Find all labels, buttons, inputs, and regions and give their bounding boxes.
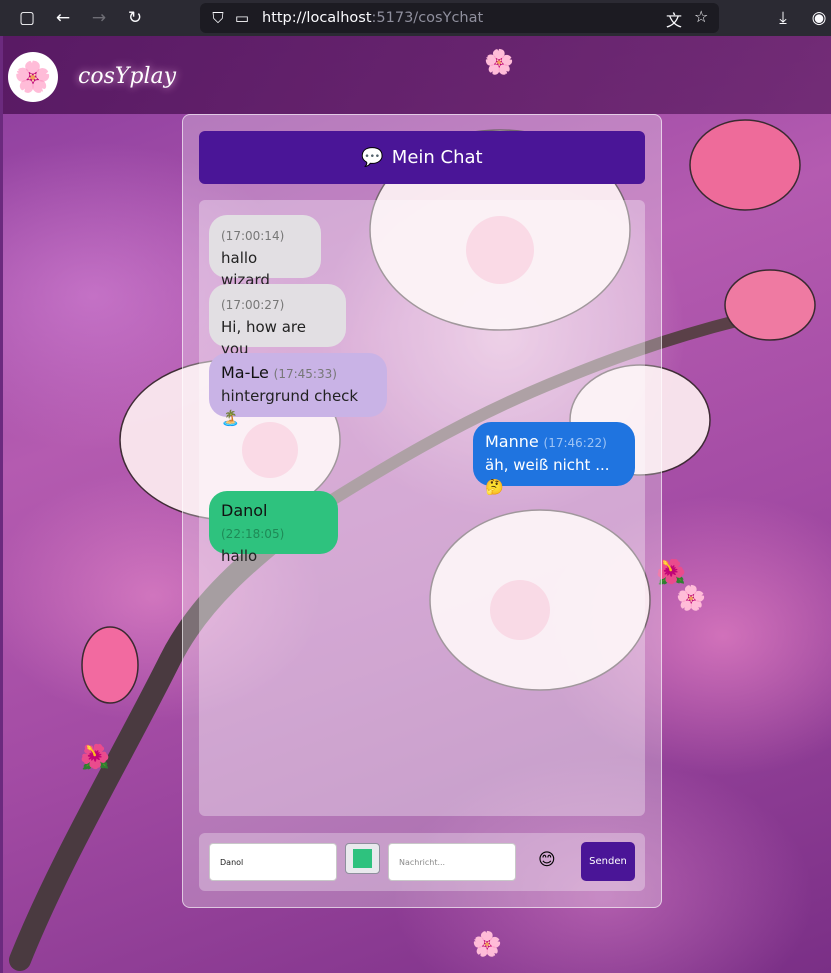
send-button[interactable]: Senden [581,842,635,881]
page-icon: ▭ [234,9,250,27]
url-text[interactable]: http://localhost:5173/cosYchat [262,10,483,26]
blossom-icon: 🌸 [484,48,514,76]
speech-bubble-icon: 💬 [361,147,384,168]
message-time: (22:18:05) [221,527,285,541]
star-icon[interactable]: ☆ [694,7,708,26]
message-time: (17:45:33) [273,367,337,381]
account-icon[interactable]: ◉ [808,7,830,29]
message-sender: Danol [221,501,268,520]
forward-icon[interactable]: → [88,7,110,29]
message-sender: Ma-Le [221,363,269,382]
message-input[interactable] [388,843,516,881]
color-swatch [353,849,372,868]
sidebar-icon[interactable]: ▢ [16,7,38,29]
blossom-icon: 🌺 [80,743,110,771]
blossom-icon: 🌸 [472,930,502,958]
message-sender: Manne [485,432,539,451]
chat-title: Mein Chat [391,147,483,168]
back-icon[interactable]: ← [52,7,74,29]
message-text: hintergrund check🏝️ [221,387,359,427]
download-icon[interactable]: ⤓ [772,7,794,29]
browser-toolbar: ▢ ← → ↻ ⛉ ▭ http://localhost:5173/cosYch… [0,0,831,36]
message-text: hallo [221,547,258,565]
translate-icon[interactable]: 文 [666,7,682,31]
color-picker[interactable] [345,843,380,874]
blossom-icon: 🌸 [676,584,706,612]
message-time: (17:46:22) [543,436,607,450]
message-time: (17:00:27) [221,298,285,312]
message-bubble: Danol (22:18:05) hallo [209,491,338,565]
emoji-button[interactable]: 😊 [538,850,556,870]
message-bubble: Ma-Le (17:45:33) hintergrund check🏝️ [209,353,387,427]
chat-title-bar: 💬 Mein Chat [199,131,645,184]
app-logo[interactable]: 🌸 [8,52,58,102]
message-time: (17:00:14) [221,229,285,243]
message-bubble-own: Manne (17:46:22) äh, weiß nicht ... 🤔 [473,422,635,496]
username-input[interactable] [209,843,337,881]
shield-icon[interactable]: ⛉ [208,9,228,27]
message-bubble: (17:00:27) Hi, how are you [209,284,346,358]
message-text: äh, weiß nicht ... 🤔 [485,456,610,496]
reload-icon[interactable]: ↻ [124,7,146,29]
message-bubble: (17:00:14) hallo wizard [209,215,321,289]
address-bar[interactable]: ⛉ ▭ http://localhost:5173/cosYchat 文 ☆ [200,3,719,33]
brand-title: cosYplay [78,64,177,89]
